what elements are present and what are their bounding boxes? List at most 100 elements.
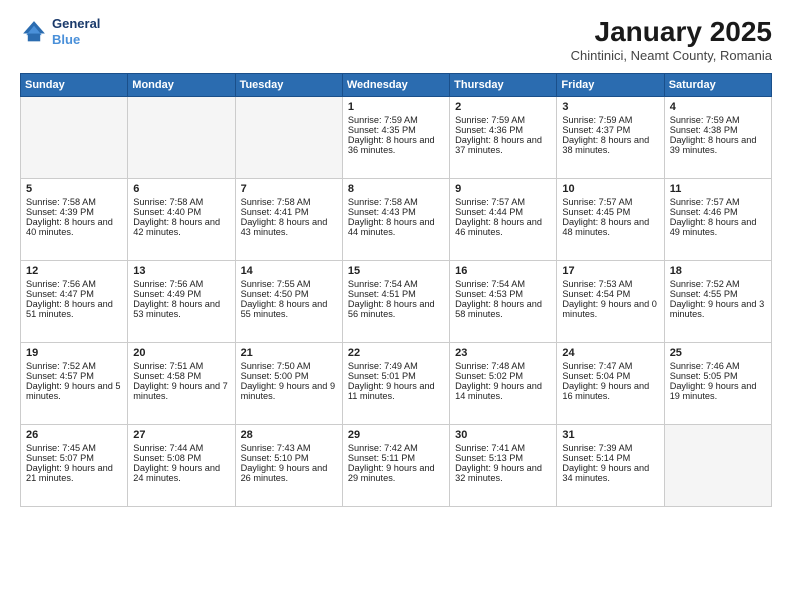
daylight-label: Daylight: 9 hours and 19 minutes. xyxy=(670,381,757,401)
week-row-4: 19Sunrise: 7:52 AMSunset: 4:57 PMDayligh… xyxy=(21,343,772,425)
daylight-label: Daylight: 8 hours and 58 minutes. xyxy=(455,299,542,319)
sunrise: Sunrise: 7:58 AM xyxy=(241,197,311,207)
sunrise: Sunrise: 7:58 AM xyxy=(348,197,418,207)
col-header-friday: Friday xyxy=(557,74,664,97)
daylight-label: Daylight: 9 hours and 3 minutes. xyxy=(670,299,765,319)
calendar-cell: 8Sunrise: 7:58 AMSunset: 4:43 PMDaylight… xyxy=(342,179,449,261)
sunset: Sunset: 5:13 PM xyxy=(455,453,523,463)
calendar-cell: 7 Sunrise: 7:58 AMSunset: 4:41 PMDaylight… xyxy=(235,179,342,261)
calendar-cell xyxy=(235,97,342,179)
logo-icon xyxy=(20,18,48,46)
daylight-label: Daylight: 9 hours and 11 minutes. xyxy=(348,381,435,401)
sunrise: Sunrise: 7:41 AM xyxy=(455,443,525,453)
sunrise: Sunrise: 7:53 AM xyxy=(562,279,632,289)
day-number: 28 xyxy=(241,429,337,441)
col-header-saturday: Saturday xyxy=(664,74,771,97)
col-header-monday: Monday xyxy=(128,74,235,97)
calendar-cell: 3Sunrise: 7:59 AMSunset: 4:37 PMDaylight… xyxy=(557,97,664,179)
day-number: 5 xyxy=(26,183,122,195)
sunrise: Sunrise: 7:59 AM xyxy=(348,115,418,125)
sunrise: Sunrise: 7:54 AM xyxy=(455,279,525,289)
daylight-label: Daylight: 9 hours and 5 minutes. xyxy=(26,381,121,401)
daylight-label: Daylight: 8 hours and 40 minutes. xyxy=(26,217,113,237)
daylight-label: Daylight: 8 hours and 55 minutes. xyxy=(241,299,328,319)
week-row-3: 12Sunrise: 7:56 AMSunset: 4:47 PMDayligh… xyxy=(21,261,772,343)
calendar-cell: 18Sunrise: 7:52 AMSunset: 4:55 PMDayligh… xyxy=(664,261,771,343)
sunrise: Sunrise: 7:57 AM xyxy=(455,197,525,207)
day-number: 24 xyxy=(562,347,658,359)
day-number: 19 xyxy=(26,347,122,359)
sunset: Sunset: 4:51 PM xyxy=(348,289,416,299)
day-number: 4 xyxy=(670,101,766,113)
calendar-cell: 23Sunrise: 7:48 AMSunset: 5:02 PMDayligh… xyxy=(450,343,557,425)
sunset: Sunset: 4:58 PM xyxy=(133,371,201,381)
sunrise: Sunrise: 7:45 AM xyxy=(26,443,96,453)
header: General Blue January 2025 Chintinici, Ne… xyxy=(20,16,772,63)
sunset: Sunset: 4:49 PM xyxy=(133,289,201,299)
daylight-label: Daylight: 8 hours and 42 minutes. xyxy=(133,217,220,237)
sunset: Sunset: 4:37 PM xyxy=(562,125,630,135)
day-number: 2 xyxy=(455,101,551,113)
day-number: 10 xyxy=(562,183,658,195)
day-number: 6 xyxy=(133,183,229,195)
daylight-label: Daylight: 8 hours and 43 minutes. xyxy=(241,217,328,237)
day-number: 3 xyxy=(562,101,658,113)
day-number: 18 xyxy=(670,265,766,277)
sunset: Sunset: 5:08 PM xyxy=(133,453,201,463)
week-row-5: 26Sunrise: 7:45 AMSunset: 5:07 PMDayligh… xyxy=(21,425,772,507)
sunset: Sunset: 4:53 PM xyxy=(455,289,523,299)
sunset: Sunset: 4:43 PM xyxy=(348,207,416,217)
sunrise: Sunrise: 7:50 AM xyxy=(241,361,311,371)
calendar-cell: 11Sunrise: 7:57 AMSunset: 4:46 PMDayligh… xyxy=(664,179,771,261)
daylight-label: Daylight: 9 hours and 7 minutes. xyxy=(133,381,228,401)
calendar-cell: 20 Sunrise: 7:51 AMSunset: 4:58 PMDayligh… xyxy=(128,343,235,425)
sunset: Sunset: 4:41 PM xyxy=(241,207,309,217)
week-row-1: 1Sunrise: 7:59 AMSunset: 4:35 PMDaylight… xyxy=(21,97,772,179)
calendar-cell: 29Sunrise: 7:42 AMSunset: 5:11 PMDayligh… xyxy=(342,425,449,507)
daylight-label: Daylight: 9 hours and 32 minutes. xyxy=(455,463,542,483)
day-number: 22 xyxy=(348,347,444,359)
calendar-cell xyxy=(664,425,771,507)
sunrise: Sunrise: 7:51 AM xyxy=(133,361,203,371)
sunset: Sunset: 4:55 PM xyxy=(670,289,738,299)
day-number: 27 xyxy=(133,429,229,441)
day-number: 7 xyxy=(241,183,337,195)
sunset: Sunset: 5:14 PM xyxy=(562,453,630,463)
sunset: Sunset: 4:35 PM xyxy=(348,125,416,135)
sunrise: Sunrise: 7:56 AM xyxy=(133,279,203,289)
daylight-label: Daylight: 8 hours and 38 minutes. xyxy=(562,135,649,155)
day-number: 20 xyxy=(133,347,229,359)
daylight-label: Daylight: 9 hours and 0 minutes. xyxy=(562,299,657,319)
sunset: Sunset: 4:44 PM xyxy=(455,207,523,217)
calendar-cell: 24Sunrise: 7:47 AMSunset: 5:04 PMDayligh… xyxy=(557,343,664,425)
sunrise: Sunrise: 7:43 AM xyxy=(241,443,311,453)
day-number: 17 xyxy=(562,265,658,277)
sunrise: Sunrise: 7:57 AM xyxy=(562,197,632,207)
day-number: 21 xyxy=(241,347,337,359)
calendar-cell: 13Sunrise: 7:56 AMSunset: 4:49 PMDayligh… xyxy=(128,261,235,343)
calendar-cell xyxy=(21,97,128,179)
calendar-table: SundayMondayTuesdayWednesdayThursdayFrid… xyxy=(20,73,772,507)
col-header-sunday: Sunday xyxy=(21,74,128,97)
calendar-cell: 21Sunrise: 7:50 AMSunset: 5:00 PMDayligh… xyxy=(235,343,342,425)
sunset: Sunset: 4:50 PM xyxy=(241,289,309,299)
daylight-label: Daylight: 9 hours and 16 minutes. xyxy=(562,381,649,401)
calendar-cell: 26Sunrise: 7:45 AMSunset: 5:07 PMDayligh… xyxy=(21,425,128,507)
calendar-cell: 16Sunrise: 7:54 AMSunset: 4:53 PMDayligh… xyxy=(450,261,557,343)
sunset: Sunset: 5:10 PM xyxy=(241,453,309,463)
daylight-label: Daylight: 9 hours and 9 minutes. xyxy=(241,381,336,401)
daylight-label: Daylight: 8 hours and 39 minutes. xyxy=(670,135,757,155)
daylight-label: Daylight: 8 hours and 46 minutes. xyxy=(455,217,542,237)
calendar-cell: 10Sunrise: 7:57 AMSunset: 4:45 PMDayligh… xyxy=(557,179,664,261)
day-number: 11 xyxy=(670,183,766,195)
daylight-label: Daylight: 8 hours and 36 minutes. xyxy=(348,135,435,155)
month-title: January 2025 xyxy=(571,16,772,48)
daylight-label: Daylight: 9 hours and 26 minutes. xyxy=(241,463,328,483)
day-number: 13 xyxy=(133,265,229,277)
calendar-cell: 9Sunrise: 7:57 AMSunset: 4:44 PMDaylight… xyxy=(450,179,557,261)
daylight-label: Daylight: 8 hours and 44 minutes. xyxy=(348,217,435,237)
sunset: Sunset: 5:05 PM xyxy=(670,371,738,381)
calendar-cell: 22Sunrise: 7:49 AMSunset: 5:01 PMDayligh… xyxy=(342,343,449,425)
calendar-cell: 5Sunrise: 7:58 AMSunset: 4:39 PMDaylight… xyxy=(21,179,128,261)
page: General Blue January 2025 Chintinici, Ne… xyxy=(0,0,792,612)
